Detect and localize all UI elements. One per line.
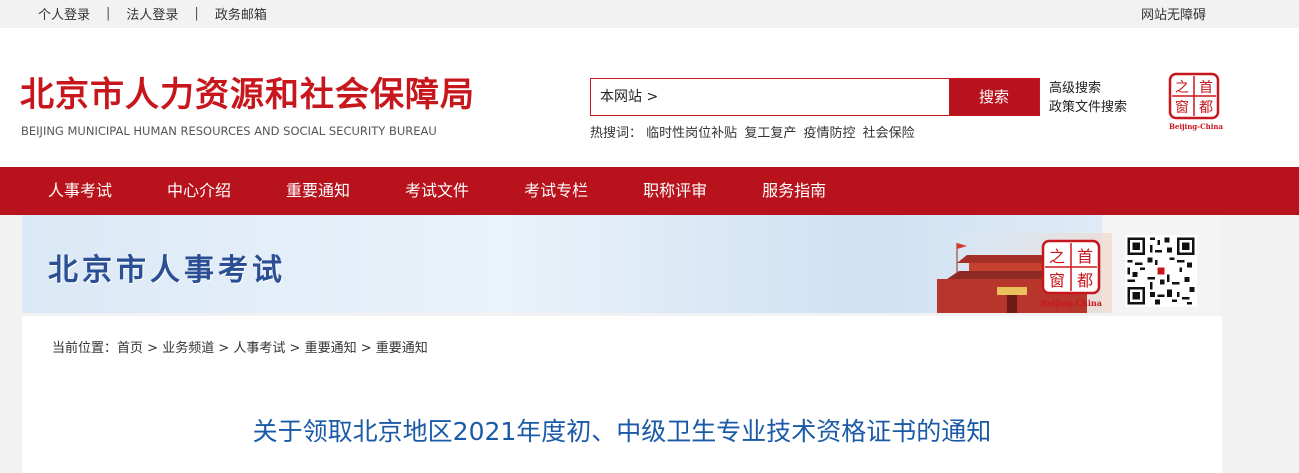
site-logo-subtitle: BEIJING MUNICIPAL HUMAN RESOURCES AND SO…	[21, 124, 437, 138]
login-links: 个人登录 | 法人登录 | 政务邮箱	[38, 4, 267, 23]
nav-item-personnel-exam[interactable]: 人事考试	[48, 167, 112, 215]
breadcrumb-separator: >	[356, 341, 376, 356]
article-panel: 当前位置：首页 > 业务频道 > 人事考试 > 重要通知 > 重要通知 关于领取…	[22, 316, 1222, 473]
capital-window-logo[interactable]: 之 首 窗 都 Beijing-China	[1166, 72, 1226, 132]
breadcrumb-separator: >	[285, 341, 305, 356]
logo-char: 之	[1175, 80, 1189, 96]
logo-caption: Beijing-China	[1169, 122, 1224, 131]
banner-title: 北京市人事考试	[48, 253, 286, 288]
search-button[interactable]: 搜索	[949, 79, 1039, 115]
site-logo-title[interactable]: 北京市人力资源和社会保障局	[20, 76, 475, 114]
capital-window-seal: 之 首 窗 都 Beijing-China	[1040, 239, 1102, 308]
breadcrumb-personnel-exam[interactable]: 人事考试	[233, 341, 285, 356]
nav-item-exam-columns[interactable]: 考试专栏	[524, 167, 588, 215]
hot-term[interactable]: 疫情防控	[803, 126, 855, 141]
breadcrumb-separator: >	[214, 341, 234, 356]
channel-banner: 北京市人事考试 之 首 窗 都 Beijing-China	[22, 215, 1222, 313]
main-nav: 人事考试 中心介绍 重要通知 考试文件 考试专栏 职称评审 服务指南	[0, 167, 1299, 215]
search-scope-select[interactable]: 本网站 >	[591, 79, 949, 115]
accessibility-link[interactable]: 网站无障碍	[1141, 4, 1206, 23]
hot-search-terms: 热搜词： 临时性岗位补贴 复工复产 疫情防控 社会保险	[590, 122, 918, 141]
nav-item-title-review[interactable]: 职称评审	[643, 167, 707, 215]
breadcrumb-home[interactable]: 首页	[117, 341, 143, 356]
seal-char: 之	[1049, 247, 1065, 266]
seal-char: 窗	[1049, 271, 1065, 290]
breadcrumb-notices[interactable]: 重要通知	[305, 341, 357, 356]
divider: |	[106, 6, 111, 21]
search-form: 本网站 > 搜索	[590, 78, 1040, 116]
top-utility-bar: 个人登录 | 法人登录 | 政务邮箱 网站无障碍	[0, 0, 1299, 28]
nav-item-service-guide[interactable]: 服务指南	[762, 167, 826, 215]
hot-term[interactable]: 社会保险	[863, 126, 915, 141]
seal-caption: Beijing-China	[1040, 298, 1102, 308]
seal-char: 都	[1077, 271, 1093, 290]
breadcrumb: 当前位置：首页 > 业务频道 > 人事考试 > 重要通知 > 重要通知	[52, 337, 428, 356]
breadcrumb-current[interactable]: 重要通知	[376, 341, 428, 356]
breadcrumb-separator: >	[143, 341, 163, 356]
nav-item-center-intro[interactable]: 中心介绍	[167, 167, 231, 215]
site-header: 北京市人力资源和社会保障局 BEIJING MUNICIPAL HUMAN RE…	[0, 28, 1299, 167]
policy-search-link[interactable]: 政策文件搜索	[1049, 98, 1127, 117]
hot-search-label: 热搜词：	[590, 126, 643, 141]
logo-char: 窗	[1175, 99, 1189, 116]
corporate-login-link[interactable]: 法人登录	[126, 4, 178, 23]
hot-term[interactable]: 临时性岗位补贴	[646, 126, 737, 141]
divider: |	[194, 6, 199, 21]
qr-code-icon	[1125, 235, 1197, 307]
nav-item-exam-documents[interactable]: 考试文件	[405, 167, 469, 215]
nav-item-notices[interactable]: 重要通知	[286, 167, 350, 215]
search-links: 高级搜索 政策文件搜索	[1049, 79, 1127, 117]
article-title: 关于领取北京地区2021年度初、中级卫生专业技术资格证书的通知	[252, 417, 992, 446]
breadcrumb-label: 当前位置：	[52, 341, 118, 356]
hot-term[interactable]: 复工复产	[744, 126, 796, 141]
logo-char: 都	[1199, 100, 1213, 116]
seal-char: 首	[1077, 247, 1093, 266]
logo-char: 首	[1199, 80, 1213, 96]
breadcrumb-business[interactable]: 业务频道	[162, 341, 214, 356]
advanced-search-link[interactable]: 高级搜索	[1049, 79, 1127, 98]
personal-login-link[interactable]: 个人登录	[38, 4, 90, 23]
gov-mailbox-link[interactable]: 政务邮箱	[215, 4, 267, 23]
